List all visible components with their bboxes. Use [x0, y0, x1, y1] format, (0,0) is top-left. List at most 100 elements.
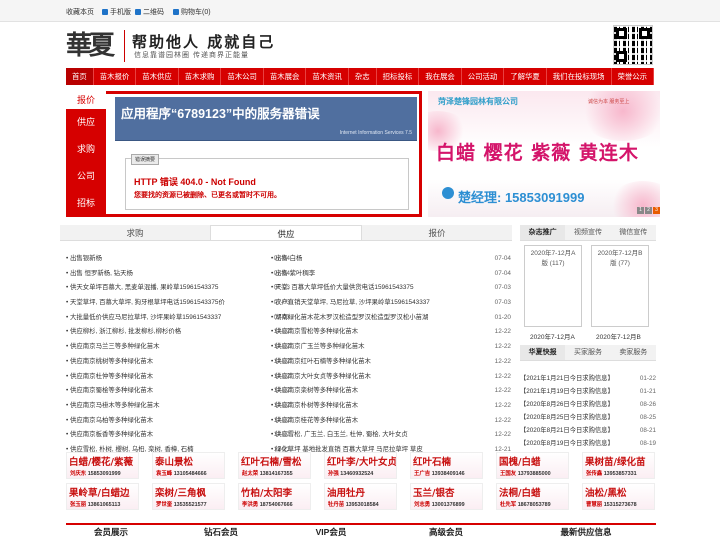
list-item[interactable]: • 供应南京杜仲等多种绿化苗木 12-22	[66, 370, 290, 385]
side-item-company[interactable]: 公司	[66, 163, 106, 190]
nav-item[interactable]: 苗木展会	[264, 68, 307, 85]
list-item-title[interactable]: • 天堂, 百慕大草坪低价大量供货电话15961543375	[271, 284, 414, 291]
list-item-title[interactable]: • 供应柳杉, 浙江柳杉, 批发柳杉,柳杉价格	[66, 328, 181, 335]
member-ad[interactable]: 法桐/白蜡 杜先军 18678053789	[496, 483, 569, 510]
nav-item[interactable]: 了解华夏	[504, 68, 547, 85]
tab-huaxia-news[interactable]: 华夏快报	[520, 345, 566, 360]
member-ad[interactable]: 果树苗/绿化苗 张传鑫 13953857331	[582, 452, 655, 479]
member-ad[interactable]: 红叶李/大叶女贞 孙强 13460932524	[324, 452, 397, 479]
magazine-caption[interactable]: 2020年7-12月A	[530, 331, 575, 341]
side-item-demand[interactable]: 求购	[66, 136, 106, 163]
list-item[interactable]: • 供应南京马兰三等多种绿化苗木 12-22	[66, 340, 290, 355]
list-item-title[interactable]: • 供应南京朴树等多种绿化苗木	[271, 402, 358, 409]
tab-member-showcase[interactable]: 会员展示	[66, 525, 156, 540]
tab-video[interactable]: 视频宣传	[565, 225, 610, 240]
tab-seller-service[interactable]: 卖家服务	[611, 345, 656, 360]
nav-item[interactable]: 我们在投标现场	[547, 68, 612, 85]
list-item[interactable]: • 供应柳杉, 浙江柳杉, 批发柳杉,柳杉价格 12-22	[66, 325, 290, 340]
member-ad[interactable]: 油用牡丹 牡丹苗 13953018584	[324, 483, 397, 510]
side-item-bidding[interactable]: 招标	[66, 190, 106, 217]
list-item-title[interactable]: • 供应南京栾树等多种绿化苗木	[271, 387, 358, 394]
favorite-link[interactable]: 收藏本页	[66, 7, 94, 17]
list-item-title[interactable]: • 供应南京蜀桧等多种绿化苗木	[66, 387, 153, 394]
list-item[interactable]: • 出售 恒罗新杨, 钻天杨 07-04	[66, 267, 290, 282]
qrcode-link[interactable]: 二维码	[135, 7, 164, 17]
news-title[interactable]: 【2020年8月26日今日求购信息】	[520, 401, 614, 408]
list-item-title[interactable]: • 供应南京杜仲等多种绿化苗木	[66, 373, 153, 380]
list-item[interactable]: • 农户直销天堂草坪, 马尼拉草, 沙坪果岭草15961543337 07-03	[271, 296, 511, 311]
nav-item[interactable]: 苗木求购	[179, 68, 222, 85]
news-item[interactable]: 【2021年1月19日今日求购信息】 01-21	[520, 385, 656, 398]
list-item[interactable]: • 天堂, 百慕大草坪低价大量供货电话15961543375 07-03	[271, 281, 511, 296]
news-title[interactable]: 【2021年1月19日今日求购信息】	[520, 388, 614, 395]
nav-item[interactable]: 苗木报价	[94, 68, 137, 85]
news-item[interactable]: 【2021年1月21日今日求购信息】 01-22	[520, 372, 656, 385]
news-item[interactable]: 【2020年8月25日今日求购信息】 08-25	[520, 411, 656, 424]
nav-item[interactable]: 苗木公司	[221, 68, 264, 85]
list-item[interactable]: • 出售 白杨 07-04	[271, 252, 511, 267]
side-item-supply[interactable]: 供应	[66, 109, 106, 136]
list-item-title[interactable]: • 供应南京红叶石楠等多种绿化苗木	[271, 358, 371, 365]
tab-demand[interactable]: 求购	[60, 225, 210, 240]
news-item[interactable]: 【2020年8月21日今日求购信息】 08-21	[520, 424, 656, 437]
list-item-title[interactable]: • 供应南京桃树等多种绿化苗木	[66, 358, 153, 365]
tab-senior-member[interactable]: 高级会员	[376, 525, 516, 540]
news-title[interactable]: 【2020年8月19日今日求购信息】	[520, 440, 614, 447]
member-ad[interactable]: 竹柏/太阳李 李洪勇 18754067666	[238, 483, 311, 510]
banner-dot[interactable]: 1	[637, 207, 644, 214]
list-item[interactable]: • 供应南京乌柏等多种绿化苗木 12-22	[66, 414, 290, 429]
member-ad[interactable]: 栾树/三角枫 罗世奎 13535521577	[152, 483, 225, 510]
list-item-title[interactable]: • 供应南京桂花等多种绿化苗木	[271, 417, 358, 424]
list-item[interactable]: • 湖南绿化苗木花木罗汉松造型罗汉松造型罗汉松小苗湖 01-20	[271, 311, 511, 326]
member-ad[interactable]: 玉兰/银杏 刘志勇 13001376899	[410, 483, 483, 510]
tab-magazine[interactable]: 杂志推广	[520, 225, 566, 240]
list-item[interactable]: • 供应南京桂花等多种绿化苗木 12-22	[271, 414, 511, 429]
list-item-title[interactable]: • 供应南京雪松等多种绿化苗木	[271, 328, 358, 335]
ad-banner[interactable]: 菏泽楚锋园林有限公司 诚信为本 服务至上 白蜡 樱花 紫薇 黄连木 楚经理: 1…	[428, 91, 660, 217]
tab-price[interactable]: 报价	[362, 225, 512, 240]
list-item-title[interactable]: • 供应南京广玉兰等多种绿化苗木	[271, 343, 364, 350]
list-item-title[interactable]: • 天堂草坪, 百慕大草坪, 狗牙根草坪电话15961543375价	[66, 299, 225, 306]
tab-buyer-service[interactable]: 买家服务	[565, 345, 610, 360]
list-item[interactable]: • 出售银新杨 07-04	[66, 252, 290, 267]
nav-item[interactable]: 荣誉公示	[612, 68, 655, 85]
list-item-title[interactable]: • 农户直销天堂草坪, 马尼拉草, 沙坪果岭草15961543337	[271, 299, 430, 306]
list-item[interactable]: • 供应南京马褂木等多种绿化苗木 12-22	[66, 399, 290, 414]
tab-vip-member[interactable]: VIP会员	[286, 525, 376, 540]
magazine-caption[interactable]: 2020年7-12月B	[596, 331, 641, 341]
list-item[interactable]: • 大批量低价供应马尼拉草坪, 沙坪果岭草15961543337 07-03	[66, 311, 290, 326]
list-item-title[interactable]: • 大批量低价供应马尼拉草坪, 沙坪果岭草15961543337	[66, 314, 221, 321]
list-item[interactable]: • 出售 紫叶稠李 07-04	[271, 267, 511, 282]
news-title[interactable]: 【2020年8月21日今日求购信息】	[520, 427, 614, 434]
member-ad[interactable]: 果岭草/白蜡边 张玉丽 13861065113	[66, 483, 139, 510]
list-item-title[interactable]: • 出售 紫叶稠李	[271, 270, 315, 277]
member-ad[interactable]: 红叶石楠 王广吉 13938409146	[410, 452, 483, 479]
list-item[interactable]: • 供应南京板香等多种绿化苗木 12-22	[66, 428, 290, 443]
member-ad[interactable]: 泰山景松 袁玉峰 13105484666	[152, 452, 225, 479]
list-item[interactable]: • 供天女单坪百慕大, 黑麦单混播, 果岭草15961543375 07-03	[66, 281, 290, 296]
list-item[interactable]: • 天堂草坪, 百慕大草坪, 狗牙根草坪电话15961543375价 07-03	[66, 296, 290, 311]
banner-dot[interactable]: 2	[645, 207, 652, 214]
tab-supply[interactable]: 供应	[210, 225, 362, 240]
tab-wechat[interactable]: 微信宣传	[611, 225, 656, 240]
nav-item[interactable]: 苗木资讯	[306, 68, 349, 85]
member-ad[interactable]: 油松/黑松 曹慧丽 15315273678	[582, 483, 655, 510]
news-item[interactable]: 【2020年8月19日今日求购信息】 08-19	[520, 437, 656, 450]
magazine-thumb[interactable]: 2020年7-12月A版 (117)	[524, 245, 582, 327]
member-ad[interactable]: 国槐/白蜡 王国友 13793885000	[496, 452, 569, 479]
list-item[interactable]: • 供应南京大叶女贞等多种绿化苗木 12-22	[271, 370, 511, 385]
list-item-title[interactable]: • 出售 白杨	[271, 255, 302, 262]
list-item-title[interactable]: • 供应南京马褂木等多种绿化苗木	[66, 402, 159, 409]
nav-item[interactable]: 苗木供应	[136, 68, 179, 85]
list-item-title[interactable]: • 供应南京马兰三等多种绿化苗木	[66, 343, 159, 350]
side-item-price[interactable]: 报价	[66, 91, 106, 109]
site-logo[interactable]: 華夏	[66, 28, 121, 64]
list-item-title[interactable]: • 供应南京乌柏等多种绿化苗木	[66, 417, 153, 424]
news-title[interactable]: 【2021年1月21日今日求购信息】	[520, 375, 614, 382]
list-item[interactable]: • 供应南京广玉兰等多种绿化苗木 12-22	[271, 340, 511, 355]
news-title[interactable]: 【2020年8月25日今日求购信息】	[520, 414, 614, 421]
news-item[interactable]: 【2020年8月26日今日求购信息】 08-26	[520, 398, 656, 411]
cart-link[interactable]: 购物车(0)	[173, 7, 211, 17]
list-item-title[interactable]: • 供应雪松, 广玉兰, 白玉兰, 杜仲, 蜀桧, 大叶女贞	[271, 431, 408, 438]
list-item-title[interactable]: • 供天女单坪百慕大, 黑麦单混播, 果岭草15961543375	[66, 284, 218, 291]
